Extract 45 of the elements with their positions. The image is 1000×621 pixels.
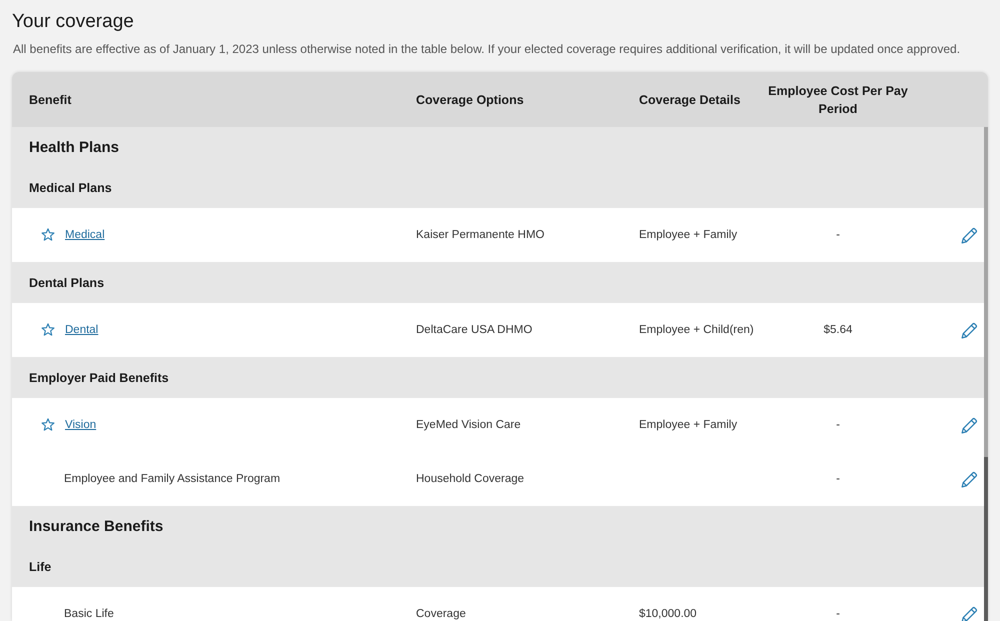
pencil-icon [961,226,978,244]
star-icon [41,418,55,432]
pencil-icon [961,416,978,434]
coverage-details: Employee + Child(ren) [639,324,754,336]
coverage-details: Employee + Family [639,229,738,241]
coverage-option: Household Coverage [416,473,524,485]
pencil-icon [961,606,978,621]
coverage-option: Kaiser Permanente HMO [416,229,544,241]
cost-value: $5.64 [824,324,852,336]
benefit-link[interactable]: Medical [65,229,105,241]
coverage-details: Employee + Family [639,419,738,431]
coverage-option: Coverage [416,608,466,620]
page-title: Your coverage [12,10,134,34]
group-title: Dental Plans [29,276,104,290]
column-header: Benefit [29,92,72,106]
star-icon [41,228,55,242]
benefit-link[interactable]: Vision [65,419,96,431]
cost-value: - [836,419,840,431]
group-title: Employer Paid Benefits [29,370,169,384]
section-title: Insurance Benefits [29,518,164,534]
star-icon [41,323,55,337]
pencil-icon [961,322,978,338]
benefit-name: Employee and Family Assistance Program [64,473,280,485]
column-header: Coverage Details [639,92,740,106]
coverage-option: DeltaCare USA DHMO [416,324,532,336]
coverage-option: EyeMed Vision Care [416,419,521,431]
group-title: Medical Plans [29,180,112,194]
edit-button[interactable] [961,416,978,434]
section-title: Health Plans [29,138,120,156]
benefit-link[interactable]: Dental [65,324,98,336]
cost-value: - [836,229,840,241]
edit-button[interactable] [961,606,978,621]
coverage-details: $10,000.00 [639,608,697,620]
page-description: All benefits are effective as of January 1, 2023 unless otherwise noted in the table below. If your elected coverage requires additional verification, it will be updated once approved. [13,41,960,58]
cost-value: - [836,608,840,620]
pencil-icon [961,470,978,488]
edit-button[interactable] [961,226,978,244]
edit-button[interactable] [961,470,978,488]
column-header: Employee Cost Per Pay Period [768,84,908,116]
column-header: Coverage Options [416,92,524,106]
edit-button[interactable] [961,322,978,338]
group-title: Life [29,560,52,574]
cost-value: - [836,473,840,485]
benefit-name: Basic Life [64,608,114,620]
scrollbar[interactable] [984,127,988,621]
